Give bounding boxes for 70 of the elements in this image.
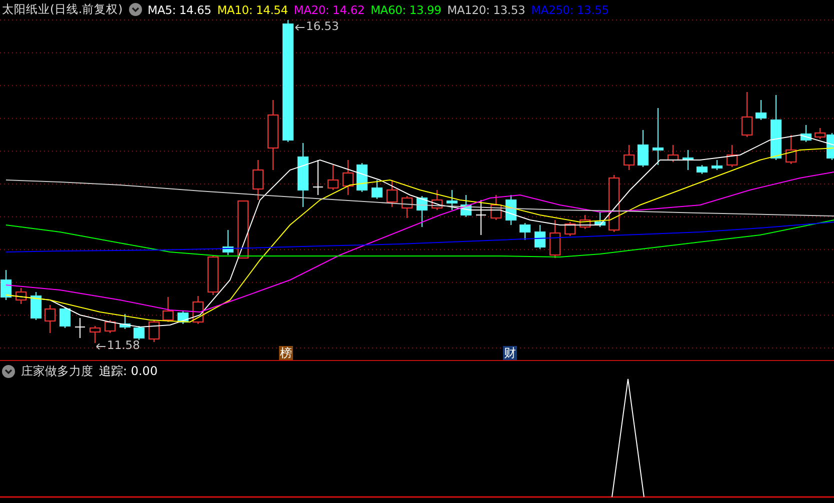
arrow-icon xyxy=(295,24,305,31)
candlestick xyxy=(550,220,560,258)
candlestick xyxy=(356,162,368,192)
candlestick xyxy=(668,144,678,162)
candlestick xyxy=(328,164,338,190)
candlestick xyxy=(580,214,590,230)
candlestick xyxy=(416,196,428,228)
candlestick xyxy=(148,320,160,342)
candlestick xyxy=(520,222,530,240)
moving-average-value: MA250: 13.55 xyxy=(531,2,609,16)
candlestick xyxy=(682,150,694,170)
candlestick xyxy=(386,180,398,208)
event-marker[interactable]: 榜 xyxy=(279,346,293,360)
indicator-value: 追踪: 0.00 xyxy=(99,363,158,380)
candlestick xyxy=(712,160,722,170)
candlestick xyxy=(726,144,738,168)
candlestick xyxy=(476,200,486,236)
candlestick xyxy=(490,194,502,220)
moving-average-value: MA5: 14.65 xyxy=(148,2,212,16)
moving-average-value: MA10: 14.54 xyxy=(217,2,288,16)
candlestick xyxy=(534,224,546,250)
candlestick xyxy=(16,288,26,304)
candlestick xyxy=(460,194,472,218)
candlestick xyxy=(372,180,382,200)
candlestick xyxy=(342,160,354,196)
candlestick xyxy=(162,296,174,322)
candlestick xyxy=(298,142,308,208)
moving-average-value: MA20: 14.62 xyxy=(294,2,365,16)
candlestick xyxy=(638,130,648,168)
candlestick xyxy=(252,160,264,200)
candlestick xyxy=(800,124,812,142)
candlestick xyxy=(564,222,576,236)
candlestick xyxy=(624,144,634,170)
candlestick xyxy=(134,326,144,340)
candlestick xyxy=(608,174,620,232)
candlestick xyxy=(60,306,70,328)
stock-title: 太阳纸业(日线.前复权) xyxy=(2,2,123,17)
candlestick xyxy=(0,270,12,300)
candlestick xyxy=(652,108,664,166)
candlestick xyxy=(30,292,42,320)
moving-average-value: MA60: 13.99 xyxy=(370,2,442,16)
candlestick xyxy=(742,92,752,138)
candlestick xyxy=(402,196,412,218)
candlestick xyxy=(446,190,458,210)
candlestick xyxy=(756,100,766,120)
candlestick xyxy=(238,200,248,258)
candlestick xyxy=(506,194,516,226)
candlestick xyxy=(208,256,218,296)
low-price-label: 11.58 xyxy=(107,338,140,352)
candlestick xyxy=(192,296,204,324)
moving-average-value: MA120: 13.53 xyxy=(447,2,526,16)
candlestick xyxy=(74,318,86,338)
high-price-label: 16.53 xyxy=(306,19,339,33)
arrow-icon xyxy=(96,343,106,350)
candlestick xyxy=(432,190,442,210)
candlestick xyxy=(222,230,234,256)
candlestick xyxy=(120,314,130,330)
candlestick xyxy=(786,134,796,164)
candlestick xyxy=(104,320,116,334)
candlestick xyxy=(90,326,100,344)
event-marker[interactable]: 财 xyxy=(503,346,517,360)
candlestick xyxy=(594,212,606,228)
collapse-icon[interactable] xyxy=(2,365,15,378)
indicator-title: 庄家做多力度 xyxy=(21,363,93,380)
collapse-icon[interactable] xyxy=(128,3,142,16)
candlestick xyxy=(312,160,324,196)
candlestick xyxy=(696,164,708,174)
candlestick xyxy=(770,94,782,160)
candlestick xyxy=(44,304,56,334)
candlestick xyxy=(268,100,278,170)
